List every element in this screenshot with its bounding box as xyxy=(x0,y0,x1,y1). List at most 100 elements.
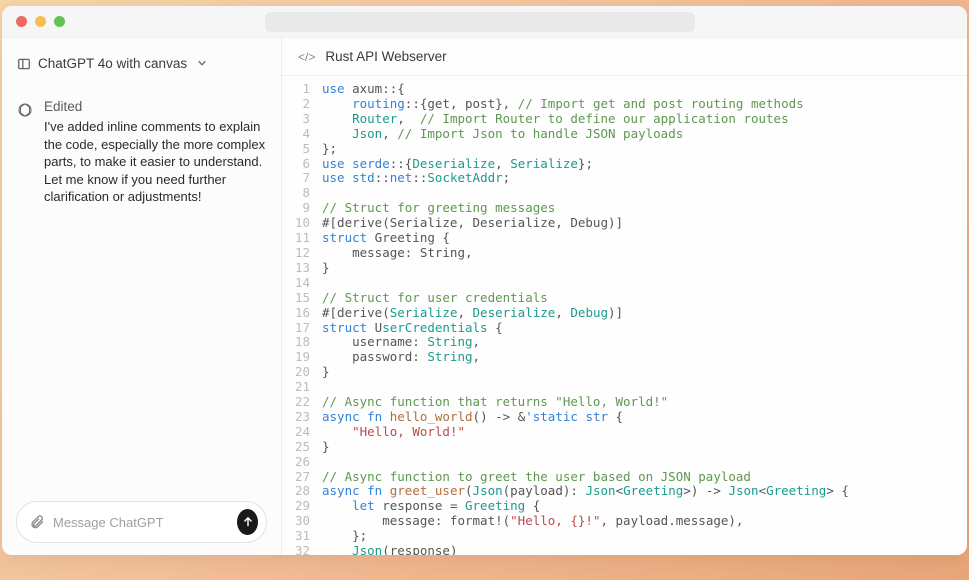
message-status: Edited xyxy=(44,99,267,114)
minimize-window-button[interactable] xyxy=(35,16,46,27)
code-content: use axum::{ xyxy=(322,82,967,97)
code-line[interactable]: 19 password: String, xyxy=(282,350,967,365)
line-number: 2 xyxy=(282,97,322,112)
code-content: #[derive(Serialize, Deserialize, Debug)] xyxy=(322,306,967,321)
code-line[interactable]: 2 routing::{get, post}, // Import get an… xyxy=(282,97,967,112)
line-number: 26 xyxy=(282,455,322,470)
code-content xyxy=(322,276,967,291)
line-number: 3 xyxy=(282,112,322,127)
line-number: 16 xyxy=(282,306,322,321)
canvas-title: Rust API Webserver xyxy=(325,49,446,64)
line-number: 9 xyxy=(282,201,322,216)
code-line[interactable]: 27// Async function to greet the user ba… xyxy=(282,470,967,485)
code-line[interactable]: 7use std::net::SocketAddr; xyxy=(282,171,967,186)
line-number: 5 xyxy=(282,142,322,157)
line-number: 7 xyxy=(282,171,322,186)
openai-logo-icon xyxy=(16,101,34,119)
code-line[interactable]: 29 let response = Greeting { xyxy=(282,499,967,514)
code-content: } xyxy=(322,261,967,276)
code-line[interactable]: 31 }; xyxy=(282,529,967,544)
code-content: username: String, xyxy=(322,335,967,350)
code-line[interactable]: 8 xyxy=(282,186,967,201)
code-content xyxy=(322,186,967,201)
model-selector[interactable]: ChatGPT 4o with canvas xyxy=(16,56,267,71)
code-content: } xyxy=(322,440,967,455)
app-window: ChatGPT 4o with canvas Edited I've ad xyxy=(2,6,967,555)
maximize-window-button[interactable] xyxy=(54,16,65,27)
send-button[interactable] xyxy=(237,509,258,535)
code-content: "Hello, World!" xyxy=(322,425,967,440)
code-line[interactable]: 25} xyxy=(282,440,967,455)
line-number: 25 xyxy=(282,440,322,455)
line-number: 4 xyxy=(282,127,322,142)
line-number: 21 xyxy=(282,380,322,395)
code-content: // Struct for user credentials xyxy=(322,291,967,306)
code-content: // Async function to greet the user base… xyxy=(322,470,967,485)
code-line[interactable]: 15// Struct for user credentials xyxy=(282,291,967,306)
code-content: password: String, xyxy=(322,350,967,365)
code-content: }; xyxy=(322,529,967,544)
code-line[interactable]: 17struct UserCredentials { xyxy=(282,321,967,336)
code-line[interactable]: 12 message: String, xyxy=(282,246,967,261)
code-content: Json(response) xyxy=(322,544,967,555)
line-number: 23 xyxy=(282,410,322,425)
line-number: 27 xyxy=(282,470,322,485)
code-content: // Struct for greeting messages xyxy=(322,201,967,216)
attachment-icon[interactable] xyxy=(29,514,45,530)
code-content: use serde::{Deserialize, Serialize}; xyxy=(322,157,967,172)
code-line[interactable]: 30 message: format!("Hello, {}!", payloa… xyxy=(282,514,967,529)
titlebar xyxy=(2,6,967,38)
code-line[interactable]: 1use axum::{ xyxy=(282,82,967,97)
code-content: #[derive(Serialize, Deserialize, Debug)] xyxy=(322,216,967,231)
assistant-message: Edited I've added inline comments to exp… xyxy=(16,99,267,206)
code-line[interactable]: 23async fn hello_world() -> &'static str… xyxy=(282,410,967,425)
code-line[interactable]: 18 username: String, xyxy=(282,335,967,350)
code-line[interactable]: 11struct Greeting { xyxy=(282,231,967,246)
code-line[interactable]: 16#[derive(Serialize, Deserialize, Debug… xyxy=(282,306,967,321)
code-line[interactable]: 20} xyxy=(282,365,967,380)
line-number: 29 xyxy=(282,499,322,514)
close-window-button[interactable] xyxy=(16,16,27,27)
code-line[interactable]: 28async fn greet_user(Json(payload): Jso… xyxy=(282,484,967,499)
code-line[interactable]: 5}; xyxy=(282,142,967,157)
code-content: struct Greeting { xyxy=(322,231,967,246)
code-content: async fn greet_user(Json(payload): Json<… xyxy=(322,484,967,499)
sidebar-toggle-icon xyxy=(16,57,32,71)
message-input[interactable] xyxy=(53,515,229,530)
code-line[interactable]: 9// Struct for greeting messages xyxy=(282,201,967,216)
code-line[interactable]: 21 xyxy=(282,380,967,395)
code-line[interactable]: 10#[derive(Serialize, Deserialize, Debug… xyxy=(282,216,967,231)
line-number: 18 xyxy=(282,335,322,350)
code-content: struct UserCredentials { xyxy=(322,321,967,336)
code-content xyxy=(322,455,967,470)
code-content: } xyxy=(322,365,967,380)
line-number: 1 xyxy=(282,82,322,97)
code-line[interactable]: 4 Json, // Import Json to handle JSON pa… xyxy=(282,127,967,142)
sidebar: ChatGPT 4o with canvas Edited I've ad xyxy=(2,38,282,555)
line-number: 28 xyxy=(282,484,322,499)
line-number: 32 xyxy=(282,544,322,555)
code-content: message: String, xyxy=(322,246,967,261)
code-content xyxy=(322,380,967,395)
code-line[interactable]: 24 "Hello, World!" xyxy=(282,425,967,440)
code-line[interactable]: 14 xyxy=(282,276,967,291)
code-content: use std::net::SocketAddr; xyxy=(322,171,967,186)
line-number: 19 xyxy=(282,350,322,365)
code-icon: </> xyxy=(298,50,315,64)
model-label: ChatGPT 4o with canvas xyxy=(38,56,187,71)
code-content: routing::{get, post}, // Import get and … xyxy=(322,97,967,112)
code-line[interactable]: 13} xyxy=(282,261,967,276)
line-number: 15 xyxy=(282,291,322,306)
line-number: 17 xyxy=(282,321,322,336)
canvas-panel: </> Rust API Webserver 1use axum::{2 rou… xyxy=(282,38,967,555)
url-bar[interactable] xyxy=(265,12,695,32)
canvas-header: </> Rust API Webserver xyxy=(282,38,967,76)
code-editor[interactable]: 1use axum::{2 routing::{get, post}, // I… xyxy=(282,76,967,555)
code-line[interactable]: 22// Async function that returns "Hello,… xyxy=(282,395,967,410)
code-content: }; xyxy=(322,142,967,157)
code-line[interactable]: 32 Json(response) xyxy=(282,544,967,555)
code-content: message: format!("Hello, {}!", payload.m… xyxy=(322,514,967,529)
code-line[interactable]: 3 Router, // Import Router to define our… xyxy=(282,112,967,127)
code-line[interactable]: 6use serde::{Deserialize, Serialize}; xyxy=(282,157,967,172)
code-line[interactable]: 26 xyxy=(282,455,967,470)
